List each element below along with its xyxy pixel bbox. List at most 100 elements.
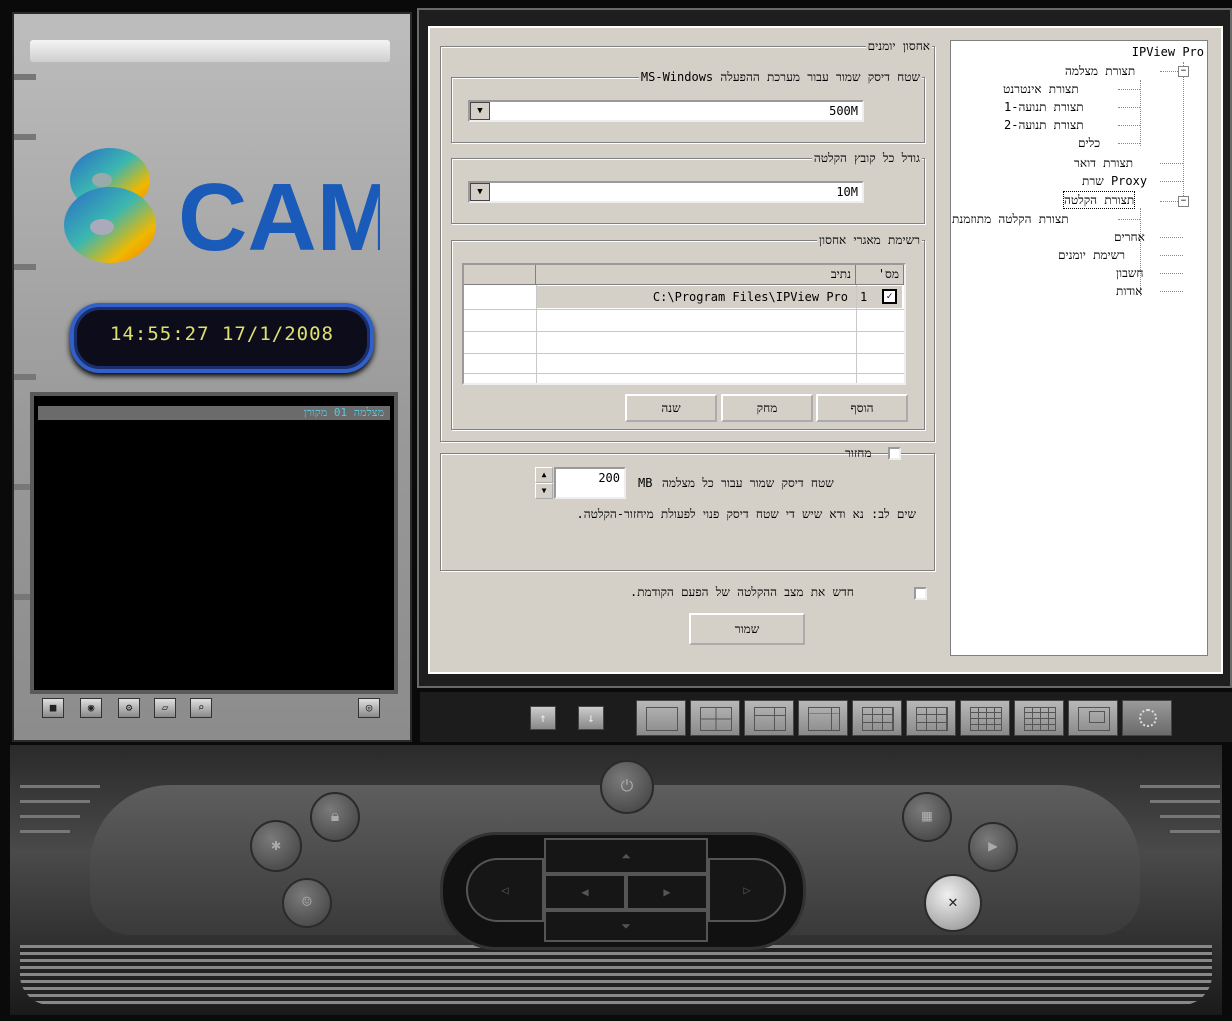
- settings-icon[interactable]: ⚙: [118, 698, 140, 718]
- row-checkbox[interactable]: ✓: [882, 289, 897, 304]
- tree-item-camera[interactable]: תצורת מצלמה: [1065, 63, 1135, 79]
- layout-6-icon: [754, 707, 786, 731]
- dropdown-arrow-icon[interactable]: ▼: [470, 102, 490, 120]
- down-arrow-icon[interactable]: ↓: [578, 706, 604, 730]
- tree-item-mail[interactable]: תצורת דואר: [1074, 155, 1133, 171]
- repo-list[interactable]: נתיב מס' C:\Program Files\IPView Pro 1 ✓: [462, 263, 906, 385]
- search-icon[interactable]: ⌕: [190, 698, 212, 718]
- row-num: 1: [860, 290, 868, 304]
- ridge: [14, 74, 36, 80]
- snapshot-icon[interactable]: ◎: [358, 698, 380, 718]
- lock-button[interactable]: 🔒︎: [310, 792, 360, 842]
- space-input[interactable]: 200: [554, 467, 626, 499]
- play-button[interactable]: ▶: [968, 822, 1018, 872]
- collapse-icon[interactable]: −: [1178, 66, 1189, 77]
- tree-line: [1118, 143, 1140, 144]
- space-value: 200: [598, 471, 620, 485]
- grill: [1150, 800, 1220, 803]
- user-button[interactable]: ☺: [282, 878, 332, 928]
- camera-icon[interactable]: ■: [42, 698, 64, 718]
- logo-text: CAM: [178, 164, 380, 265]
- web-button[interactable]: ✱: [250, 820, 302, 872]
- tree-line: [1160, 201, 1178, 202]
- layout-16-button[interactable]: [1014, 700, 1064, 736]
- tree-line: [1140, 80, 1141, 146]
- save-button[interactable]: שמור: [689, 613, 805, 645]
- col-divider: [856, 285, 857, 383]
- tree-item-log-list[interactable]: רשימת יומנים: [1058, 247, 1125, 263]
- video-title: מצלמה 01 מקורן: [38, 406, 390, 420]
- ptz-right-button[interactable]: ▶: [626, 874, 708, 910]
- camera-toolbar: ■ ◉ ⚙ ▱ ⌕ ◎: [42, 695, 394, 725]
- tree-line: [1118, 107, 1140, 108]
- recycle-note: שים לב: נא ודא שיש די שטח דיסק פנוי לפעו…: [576, 507, 916, 521]
- spin-down-icon[interactable]: ▼: [535, 483, 553, 499]
- ptz-zoom-out-button[interactable]: ◁: [466, 858, 544, 922]
- col-divider: [536, 285, 537, 383]
- file-size-combo[interactable]: ▼ 10M: [468, 181, 864, 203]
- tree-line: [1160, 291, 1183, 292]
- tree-root[interactable]: IPView Pro: [1132, 44, 1204, 60]
- collapse-icon[interactable]: −: [1178, 196, 1189, 207]
- top-bar: [30, 40, 390, 62]
- os-space-value: 500M: [829, 104, 858, 118]
- layout-cycle-button[interactable]: [1122, 700, 1172, 736]
- app-window: CAM 14:55:27 17/1/2008 מצלמה 01 מקורן ■ …: [0, 0, 1232, 1021]
- log-storage-title: אחסון יומנים: [865, 39, 932, 54]
- dropdown-arrow-icon[interactable]: ▼: [470, 183, 490, 201]
- tree-line: [1160, 237, 1183, 238]
- grill: [20, 815, 80, 818]
- logo: CAM: [60, 140, 397, 271]
- up-arrow-icon[interactable]: ↑: [530, 706, 556, 730]
- record-button[interactable]: ▦: [902, 792, 952, 842]
- os-space-combo[interactable]: ▼ 500M: [468, 100, 864, 122]
- os-space-label: שטח דיסק שמור עבור מערכת ההפעלה MS-Windo…: [638, 70, 922, 85]
- row-divider: [464, 373, 904, 374]
- layout-4-button[interactable]: [690, 700, 740, 736]
- audio-icon[interactable]: ◉: [80, 698, 102, 718]
- layout-1-icon: [646, 707, 678, 731]
- tools-button[interactable]: ✕: [924, 874, 982, 932]
- power-button[interactable]: ⏻: [600, 760, 654, 814]
- cycle-icon: [1139, 709, 1157, 727]
- layout-9-button[interactable]: [852, 700, 902, 736]
- recycle-checkbox[interactable]: [888, 447, 901, 460]
- layout-8-button[interactable]: [798, 700, 848, 736]
- resume-checkbox[interactable]: [914, 587, 927, 600]
- ptz-zoom-in-button[interactable]: ▷: [708, 858, 786, 922]
- tree-item-other[interactable]: אחרים: [1114, 229, 1145, 245]
- tree-item-about[interactable]: אודות: [1116, 283, 1142, 299]
- list-header-path[interactable]: נתיב: [536, 265, 856, 285]
- list-header-num[interactable]: מס': [856, 265, 904, 285]
- file-size-value: 10M: [836, 185, 858, 199]
- list-header-empty: [464, 265, 536, 285]
- tree-item-motion-1[interactable]: תצורת תנועה-1: [1004, 99, 1084, 115]
- layout-pip-button[interactable]: [1068, 700, 1118, 736]
- ptz-up-button[interactable]: ⏶: [544, 838, 708, 874]
- tree-item-scheduled-recording[interactable]: תצורת הקלטה מתוזמנת: [952, 211, 1069, 227]
- grill: [1170, 830, 1220, 833]
- spin-up-icon[interactable]: ▲: [535, 467, 553, 483]
- deck-grill: [20, 945, 1212, 1005]
- video-panel[interactable]: מצלמה 01 מקורן: [30, 392, 398, 694]
- ptz-down-button[interactable]: ⏷: [544, 910, 708, 942]
- layout-13-button[interactable]: [960, 700, 1010, 736]
- tree-item-internet[interactable]: תצורת אינטרנט: [1003, 81, 1079, 97]
- layout-9-icon: [862, 707, 894, 731]
- delete-button[interactable]: מחק: [721, 394, 813, 422]
- tree-item-motion-2[interactable]: תצורת תנועה-2: [1004, 117, 1084, 133]
- ptz-left-button[interactable]: ◀: [544, 874, 626, 910]
- add-button[interactable]: הוסף: [816, 394, 908, 422]
- tree-line: [1160, 273, 1183, 274]
- clock-text: 14:55:27 17/1/2008: [110, 323, 334, 345]
- tree-item-account[interactable]: חשבון: [1116, 265, 1144, 281]
- tree-item-proxy[interactable]: שרת Proxy: [1082, 173, 1147, 189]
- layout-1-button[interactable]: [636, 700, 686, 736]
- layout-6-button[interactable]: [744, 700, 794, 736]
- folder-icon[interactable]: ▱: [154, 698, 176, 718]
- change-button[interactable]: שנה: [625, 394, 717, 422]
- layout-10-button[interactable]: [906, 700, 956, 736]
- tree-item-tools[interactable]: כלים: [1078, 135, 1100, 151]
- tree-line: [1118, 89, 1140, 90]
- tree-item-recording[interactable]: תצורת הקלטה: [1062, 191, 1136, 209]
